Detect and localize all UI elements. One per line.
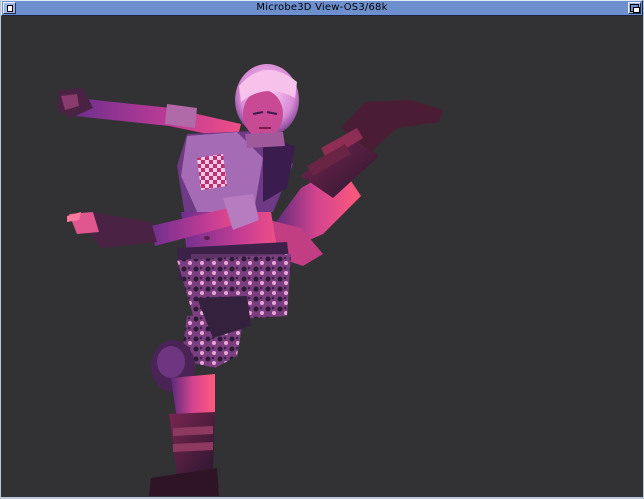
- left-arm: [57, 88, 241, 140]
- microbe3d-window: Microbe3D View-OS3/68k: [0, 0, 644, 499]
- depth-gadget-icon[interactable]: [628, 2, 641, 14]
- standing-leg: [149, 296, 251, 496]
- depth-front-square: [633, 7, 640, 13]
- raised-leg: [269, 100, 443, 266]
- window-title: Microbe3D View-OS3/68k: [256, 2, 388, 13]
- render-viewport[interactable]: [1, 16, 643, 497]
- title-bar[interactable]: Microbe3D View-OS3/68k: [1, 0, 643, 16]
- rendered-character-model: [57, 64, 443, 496]
